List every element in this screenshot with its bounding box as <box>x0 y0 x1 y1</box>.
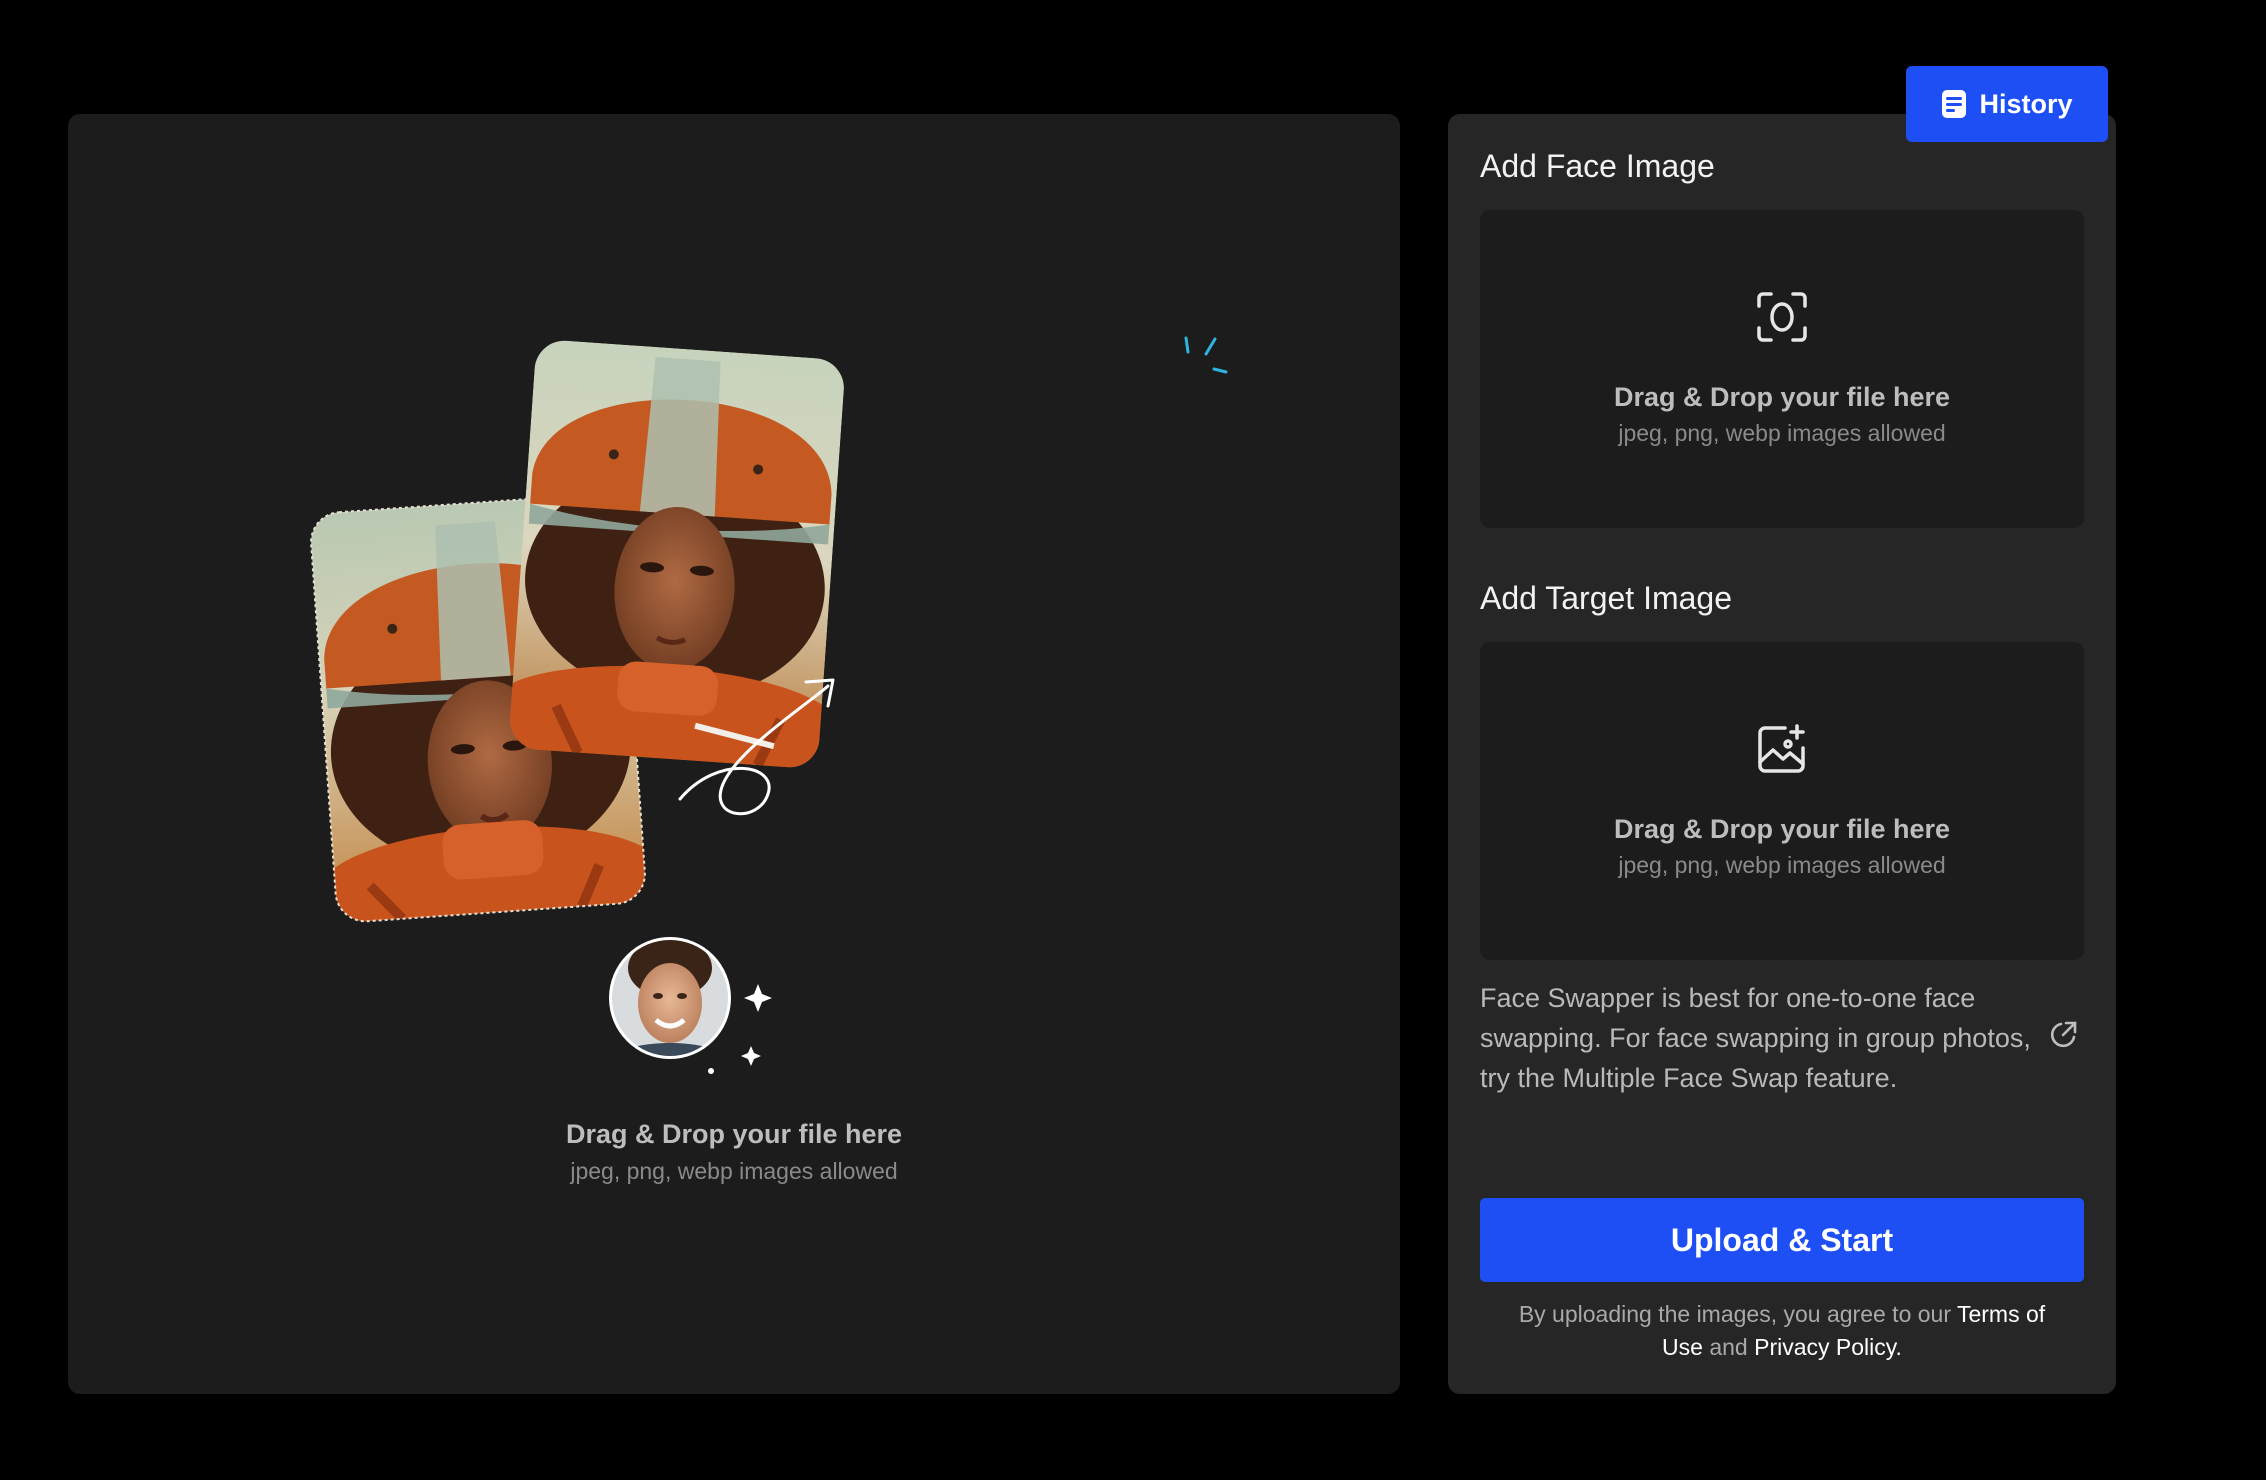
face-drop-subtitle: jpeg, png, webp images allowed <box>1618 420 1946 446</box>
upload-start-button[interactable]: Upload & Start <box>1480 1198 2084 1282</box>
external-link-icon[interactable] <box>2048 1020 2078 1050</box>
face-swap-info-text: Face Swapper is best for one-to-one face… <box>1480 983 2031 1093</box>
target-drop-title: Drag & Drop your file here <box>1613 814 1951 844</box>
swapped-result-card <box>508 338 846 770</box>
preview-drop-subtitle: jpeg, png, webp images allowed <box>570 1158 898 1184</box>
target-image-dropzone[interactable]: Drag & Drop your file here jpeg, png, we… <box>1480 642 2084 960</box>
face-swapper-page: Drag & Drop your file here jpeg, png, we… <box>0 0 2266 1480</box>
preview-dropzone[interactable]: Drag & Drop your file here jpeg, png, we… <box>68 114 1400 1394</box>
history-label: History <box>1979 88 2073 119</box>
face-avatar <box>609 937 731 1059</box>
history-icon <box>1942 90 1967 118</box>
face-drop-title: Drag & Drop your file here <box>1613 382 1951 412</box>
image-add-icon <box>1758 724 1805 773</box>
terms-prefix: By uploading the images, you agree to ou… <box>1518 1301 1957 1327</box>
face-scan-icon <box>1757 292 1807 342</box>
terms-and: and <box>1702 1334 1755 1360</box>
history-button[interactable]: History <box>1906 66 2108 142</box>
terms-notice: By uploading the images, you agree to ou… <box>1508 1298 2056 1364</box>
target-image-title: Add Target Image <box>1480 580 1733 616</box>
privacy-policy-link[interactable]: Privacy Policy. <box>1754 1334 1902 1360</box>
preview-caption: Drag & Drop your file here jpeg, png, we… <box>68 1119 1400 1185</box>
face-image-dropzone[interactable]: Drag & Drop your file here jpeg, png, we… <box>1480 210 2084 528</box>
preview-drop-title: Drag & Drop your file here <box>565 1119 903 1149</box>
upload-sidebar: Add Face Image Drag & Drop your file her… <box>1448 114 2116 1394</box>
sparkle-icon <box>1184 336 1228 374</box>
face-image-title: Add Face Image <box>1480 148 1715 184</box>
target-drop-subtitle: jpeg, png, webp images allowed <box>1618 852 1946 878</box>
face-swap-example-illustration <box>309 336 1228 1074</box>
